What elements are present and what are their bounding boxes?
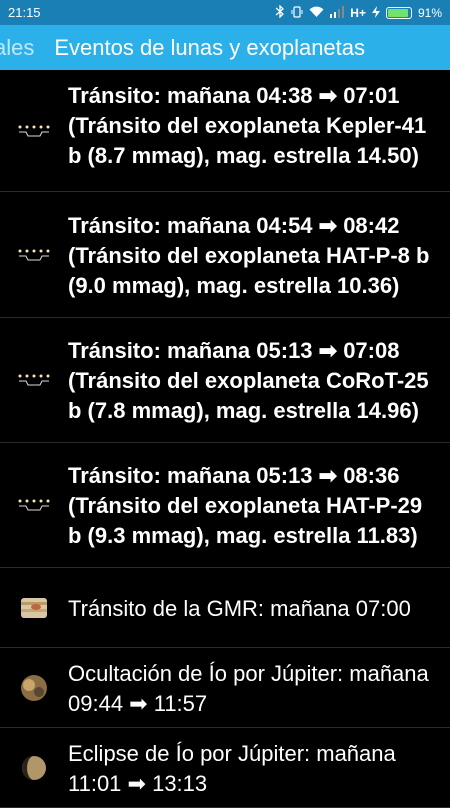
event-text: Tránsito: mañana 04:38 ➡ 07:01 (Tránsito… <box>68 82 427 168</box>
exoplanet-transit-icon <box>0 243 68 267</box>
event-row[interactable]: Tránsito: mañana 04:54 ➡ 08:42 (Tránsito… <box>0 192 450 318</box>
exoplanet-transit-icon <box>0 119 68 143</box>
app-bar: ales Eventos de lunas y exoplanetas <box>0 25 450 70</box>
signal-icon <box>330 5 345 20</box>
io-eclipse-icon <box>0 753 68 783</box>
vibrate-icon <box>291 5 303 20</box>
screen-title: Eventos de lunas y exoplanetas <box>54 34 366 60</box>
events-list[interactable]: Tránsito: mañana 04:38 ➡ 07:01 (Tránsito… <box>0 70 450 808</box>
event-text: Eclipse de Ío por Júpiter: mañana 11:01 … <box>68 740 396 796</box>
status-bar: 21:15 H+ 91% <box>0 0 450 25</box>
event-text: Tránsito: mañana 04:54 ➡ 08:42 (Tránsito… <box>68 212 430 298</box>
event-row[interactable]: Tránsito: mañana 04:38 ➡ 07:01 (Tránsito… <box>0 70 450 192</box>
exoplanet-transit-icon <box>0 493 68 517</box>
wifi-icon <box>309 6 324 20</box>
bluetooth-icon <box>275 4 285 20</box>
event-row[interactable]: Tránsito: mañana 05:13 ➡ 08:36 (Tránsito… <box>0 443 450 568</box>
event-row[interactable]: Ocultación de Ío por Júpiter: mañana 09:… <box>0 648 450 728</box>
previous-screen-title[interactable]: ales <box>0 35 34 61</box>
event-text: Tránsito: mañana 05:13 ➡ 07:08 (Tránsito… <box>68 338 429 423</box>
battery-icon <box>385 6 412 19</box>
event-text: Tránsito de la GMR: mañana 07:00 <box>68 595 411 621</box>
battery-percent: 91% <box>417 5 442 20</box>
jupiter-io-occultation-icon <box>0 673 68 703</box>
event-text: Tránsito: mañana 05:13 ➡ 08:36 (Tránsito… <box>68 463 423 548</box>
event-text: Ocultación de Ío por Júpiter: mañana 09:… <box>68 660 429 716</box>
network-type: H+ <box>350 5 366 20</box>
event-row[interactable]: Eclipse de Ío por Júpiter: mañana 11:01 … <box>0 728 450 808</box>
event-row[interactable]: Tránsito de la GMR: mañana 07:00 <box>0 568 450 648</box>
status-icons: H+ 91% <box>275 4 442 20</box>
event-row[interactable]: Tránsito: mañana 05:13 ➡ 07:08 (Tránsito… <box>0 318 450 443</box>
status-time: 21:15 <box>8 5 41 20</box>
great-red-spot-icon <box>0 593 68 623</box>
charging-icon <box>371 5 380 20</box>
exoplanet-transit-icon <box>0 368 68 392</box>
